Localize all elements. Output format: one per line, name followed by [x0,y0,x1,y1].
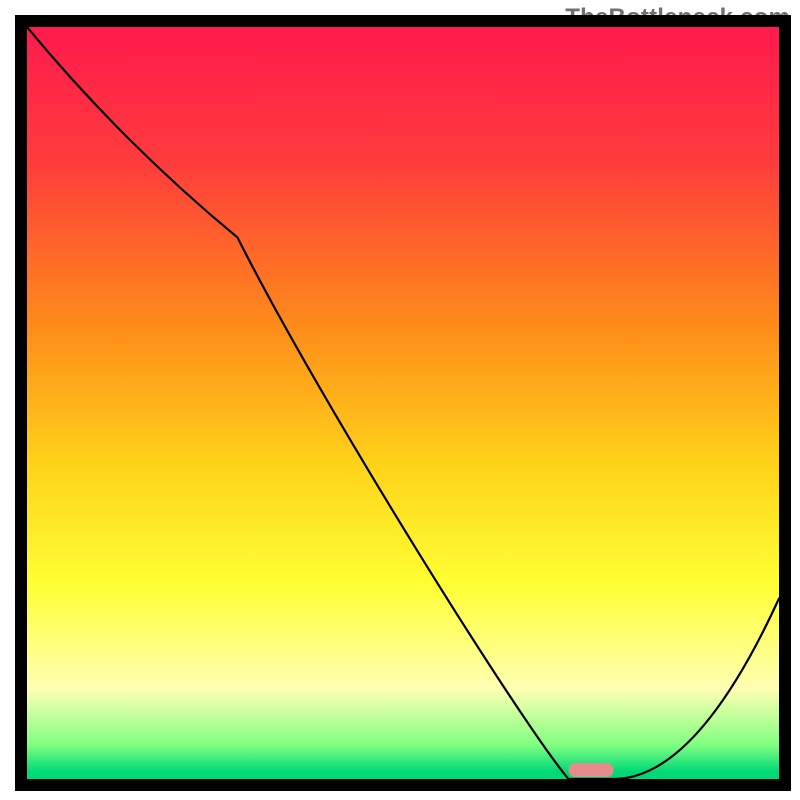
chart-stage: TheBottleneck.com [0,0,800,800]
bottleneck-chart [0,0,800,800]
optimal-zone-marker [568,763,613,777]
plot-background [27,27,779,779]
